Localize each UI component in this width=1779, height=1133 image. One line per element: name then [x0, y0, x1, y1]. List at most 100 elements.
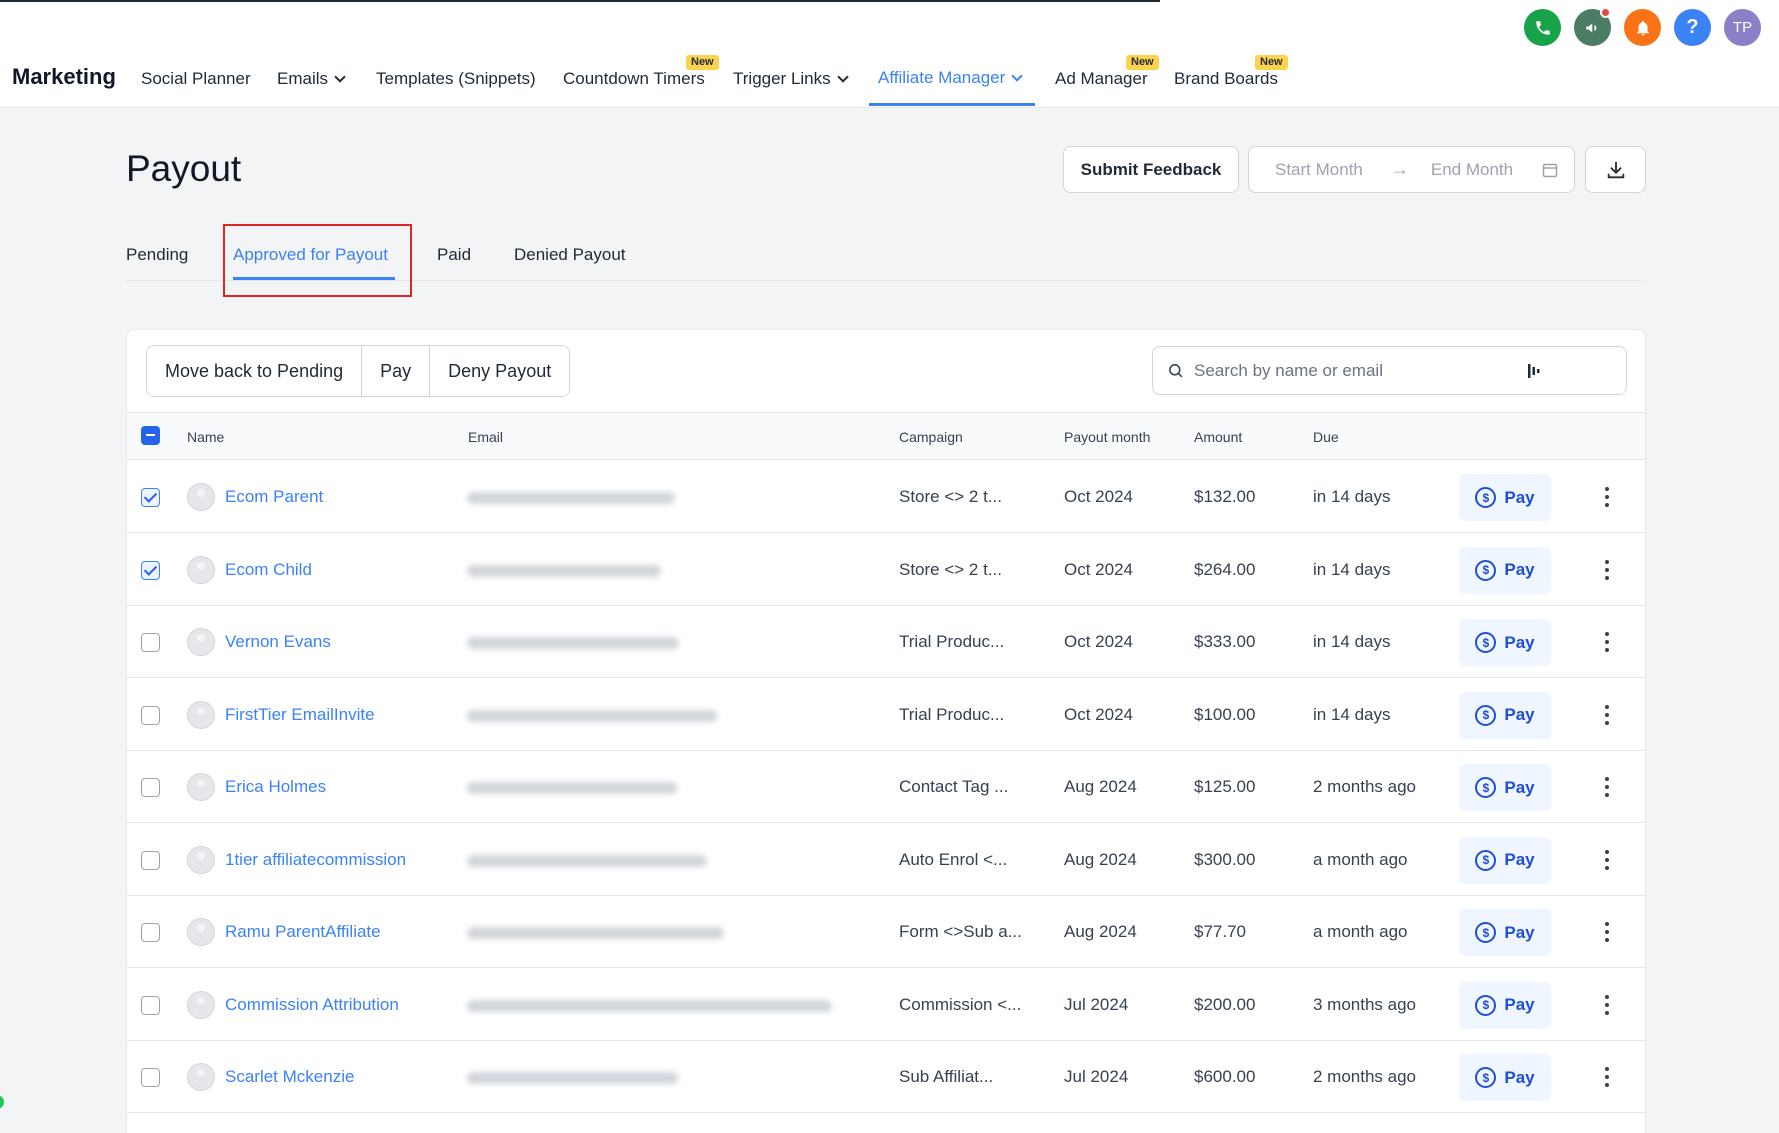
- nav-templates[interactable]: Templates (Snippets): [376, 69, 536, 89]
- due-cell: a month ago: [1313, 922, 1408, 941]
- column-header-amount[interactable]: Amount: [1194, 429, 1242, 445]
- affiliate-name-link[interactable]: Scarlet Mckenzie: [225, 1067, 354, 1087]
- row-checkbox[interactable]: [141, 560, 160, 580]
- pay-button[interactable]: $ Pay: [1459, 1054, 1551, 1101]
- search-input[interactable]: [1194, 360, 1526, 381]
- payout-month-cell: Aug 2024: [1064, 849, 1137, 869]
- amount-cell: $132.00: [1194, 487, 1256, 506]
- tab-pending[interactable]: Pending: [126, 245, 188, 265]
- row-checkbox[interactable]: [141, 488, 160, 507]
- affiliate-name-link[interactable]: Ecom Child: [225, 560, 312, 580]
- help-icon[interactable]: ?: [1674, 9, 1711, 46]
- brand-title: Marketing: [12, 64, 116, 89]
- download-button[interactable]: [1585, 146, 1646, 193]
- more-actions-icon[interactable]: [1597, 848, 1617, 872]
- new-badge: New: [1255, 55, 1288, 70]
- pay-label: Pay: [1504, 995, 1535, 1014]
- megaphone-icon[interactable]: [1574, 7, 1611, 46]
- bulk-pay-button[interactable]: Pay: [362, 346, 431, 396]
- pay-button[interactable]: $ Pay: [1459, 691, 1551, 739]
- new-badge: New: [1126, 55, 1159, 70]
- pay-button[interactable]: $ Pay: [1459, 836, 1551, 884]
- pay-label: Pay: [1504, 850, 1535, 869]
- dollar-coin-icon: $: [1475, 777, 1497, 798]
- column-filter-icon[interactable]: [1526, 363, 1542, 379]
- column-header-campaign[interactable]: Campaign: [899, 429, 963, 445]
- more-actions-icon[interactable]: [1597, 1065, 1617, 1089]
- pay-button[interactable]: $ Pay: [1459, 981, 1551, 1029]
- more-actions-icon[interactable]: [1597, 485, 1617, 509]
- nav-brand-boards[interactable]: Brand Boards: [1174, 69, 1278, 89]
- affiliate-name-link[interactable]: Commission Attribution: [225, 995, 399, 1015]
- nav-trigger-links[interactable]: Trigger Links: [733, 69, 849, 89]
- row-checkbox[interactable]: [141, 778, 160, 797]
- select-all-checkbox[interactable]: [141, 426, 160, 445]
- row-checkbox[interactable]: [141, 850, 160, 870]
- campaign-cell: Trial Produc...: [899, 704, 1005, 724]
- affiliate-name-link[interactable]: Vernon Evans: [225, 632, 331, 652]
- affiliate-name-link[interactable]: Erica Holmes: [225, 777, 326, 797]
- pay-button[interactable]: $ Pay: [1459, 909, 1551, 956]
- payout-month-cell: Jul 2024: [1064, 994, 1129, 1014]
- dollar-coin-icon: $: [1475, 1067, 1497, 1088]
- affiliate-name-link[interactable]: Ecom Parent: [225, 487, 323, 507]
- column-header-email[interactable]: Email: [468, 429, 503, 445]
- pay-button[interactable]: $ Pay: [1459, 546, 1551, 594]
- pay-button[interactable]: $ Pay: [1459, 764, 1551, 811]
- due-cell: in 14 days: [1313, 559, 1391, 579]
- column-header-due[interactable]: Due: [1313, 429, 1339, 445]
- nav-emails[interactable]: Emails: [277, 69, 346, 89]
- column-header-name[interactable]: Name: [187, 429, 224, 445]
- row-checkbox[interactable]: [141, 995, 160, 1015]
- affiliate-name-link[interactable]: 1tier affiliatecommission: [225, 850, 406, 870]
- table-row: Erica Holmes Contact Tag ... Aug 2024 $125.…: [127, 751, 1645, 823]
- payout-month-cell: Oct 2024: [1064, 559, 1133, 579]
- row-checkbox[interactable]: [141, 633, 160, 652]
- nav-countdown-timers[interactable]: Countdown Timers: [563, 69, 705, 89]
- row-checkbox[interactable]: [141, 705, 160, 725]
- campaign-cell: Store <> 2 t...: [899, 487, 1003, 506]
- more-actions-icon[interactable]: [1597, 703, 1617, 727]
- tab-paid[interactable]: Paid: [437, 245, 471, 265]
- nav-ad-manager[interactable]: Ad Manager: [1055, 69, 1148, 89]
- table-row: Ramu ParentAffiliate Form <>Sub a... Aug 2…: [127, 896, 1645, 968]
- more-actions-icon[interactable]: [1597, 775, 1617, 799]
- submit-feedback-button[interactable]: Submit Feedback: [1063, 146, 1239, 193]
- column-header-payout-month[interactable]: Payout month: [1064, 429, 1150, 445]
- bulk-action-group: Move back to Pending Pay Deny Payout: [146, 345, 571, 397]
- pay-button[interactable]: $ Pay: [1459, 474, 1551, 521]
- more-actions-icon[interactable]: [1597, 993, 1617, 1017]
- table-row: Ecom Child Store <> 2 t... Oct 2024 $264.00…: [127, 534, 1645, 606]
- chevron-down-icon: [1011, 69, 1023, 82]
- email-redacted: [467, 854, 707, 867]
- amount-cell: $77.70: [1194, 922, 1246, 941]
- table-row: Commission Attribution Commission <... Jul…: [127, 969, 1645, 1041]
- bell-icon[interactable]: [1624, 9, 1661, 46]
- pay-label: Pay: [1504, 705, 1535, 724]
- avatar: [187, 628, 215, 656]
- more-actions-icon[interactable]: [1597, 920, 1617, 944]
- month-range-picker[interactable]: Start Month → End Month: [1248, 146, 1575, 193]
- affiliate-name-link[interactable]: Ramu ParentAffiliate: [225, 922, 381, 942]
- user-avatar[interactable]: TP: [1724, 9, 1761, 46]
- affiliate-name-link[interactable]: FirstTier EmailInvite: [225, 705, 375, 725]
- table-row: Vernon Evans Trial Produc... Oct 2024 $333.…: [127, 606, 1645, 678]
- tab-denied-payout[interactable]: Denied Payout: [514, 245, 626, 265]
- deny-payout-button[interactable]: Deny Payout: [430, 346, 570, 396]
- row-checkbox[interactable]: [141, 1068, 160, 1087]
- payout-table-card: Move back to Pending Pay Deny Payout Nam…: [126, 329, 1646, 1133]
- nav-social-planner[interactable]: Social Planner: [141, 69, 251, 89]
- more-actions-icon[interactable]: [1597, 558, 1617, 582]
- email-redacted: [467, 999, 832, 1012]
- pay-label: Pay: [1504, 487, 1535, 507]
- widget-edge[interactable]: [0, 1095, 4, 1109]
- phone-icon[interactable]: [1524, 9, 1561, 46]
- nav-affiliate-manager[interactable]: Affiliate Manager: [878, 68, 1023, 88]
- amount-cell: $300.00: [1194, 849, 1256, 869]
- pay-button[interactable]: $ Pay: [1459, 619, 1551, 666]
- row-checkbox[interactable]: [141, 923, 160, 942]
- move-back-to-pending-button[interactable]: Move back to Pending: [147, 346, 363, 396]
- amount-cell: $200.00: [1194, 994, 1256, 1014]
- pay-label: Pay: [1504, 632, 1535, 652]
- more-actions-icon[interactable]: [1597, 630, 1617, 654]
